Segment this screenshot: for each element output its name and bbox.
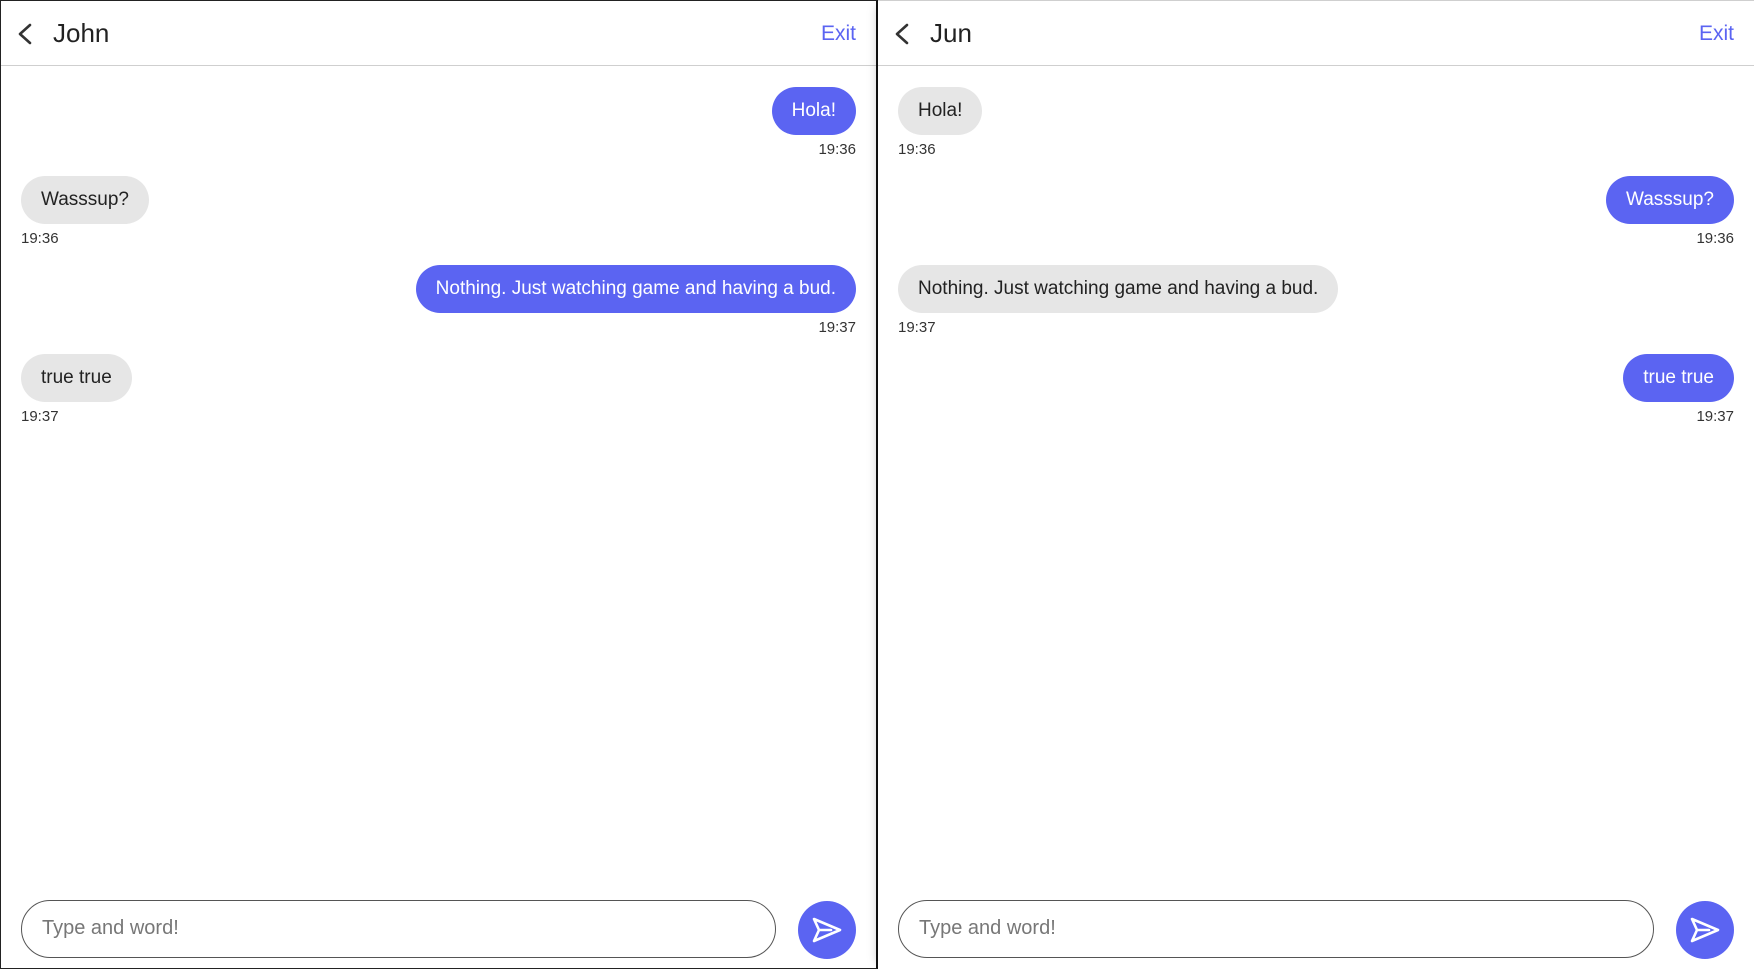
chat-header: Jun Exit bbox=[878, 1, 1754, 66]
send-button[interactable] bbox=[1676, 901, 1734, 959]
contact-name: John bbox=[53, 18, 110, 48]
message-item: Wasssup? 19:36 bbox=[21, 176, 856, 252]
message-item: Nothing. Just watching game and having a… bbox=[898, 265, 1734, 341]
message-item: Wasssup? 19:36 bbox=[898, 176, 1734, 252]
message-item: Hola! 19:36 bbox=[898, 87, 1734, 163]
chat-pane-jun: Jun Exit Hola! 19:36 Wasssup? 19:36 Noth… bbox=[878, 0, 1754, 969]
message-item: true true 19:37 bbox=[21, 354, 856, 430]
message-item: Hola! 19:36 bbox=[21, 87, 856, 163]
split-chat-view: John Exit Hola! 19:36 Wasssup? 19:36 Not… bbox=[0, 0, 1754, 969]
message-bubble: Nothing. Just watching game and having a… bbox=[415, 265, 856, 313]
send-icon bbox=[812, 917, 842, 943]
message-bubble: Wasssup? bbox=[21, 176, 149, 224]
message-item: true true 19:37 bbox=[898, 354, 1734, 430]
message-bubble: Nothing. Just watching game and having a… bbox=[898, 265, 1339, 313]
message-timestamp: 19:37 bbox=[1696, 408, 1734, 425]
message-timestamp: 19:36 bbox=[1696, 230, 1734, 247]
chat-header: John Exit bbox=[1, 1, 876, 66]
send-icon bbox=[1690, 917, 1720, 943]
message-timestamp: 19:37 bbox=[818, 319, 856, 336]
back-button[interactable] bbox=[892, 22, 914, 46]
message-input-wrapper bbox=[21, 900, 776, 958]
message-timestamp: 19:37 bbox=[21, 408, 59, 425]
message-input[interactable] bbox=[919, 901, 1633, 956]
message-bubble: true true bbox=[21, 354, 132, 402]
message-timestamp: 19:36 bbox=[898, 141, 936, 158]
message-bubble: true true bbox=[1623, 354, 1734, 402]
chevron-left-icon bbox=[895, 23, 909, 45]
message-bubble: Wasssup? bbox=[1606, 176, 1734, 224]
chat-pane-john: John Exit Hola! 19:36 Wasssup? 19:36 Not… bbox=[0, 0, 878, 969]
contact-name: Jun bbox=[930, 18, 972, 48]
message-timestamp: 19:36 bbox=[21, 230, 59, 247]
message-item: Nothing. Just watching game and having a… bbox=[21, 265, 856, 341]
message-bubble: Hola! bbox=[771, 87, 856, 135]
back-button[interactable] bbox=[15, 22, 37, 46]
send-button[interactable] bbox=[798, 901, 856, 959]
message-composer bbox=[21, 900, 856, 959]
message-timestamp: 19:36 bbox=[818, 141, 856, 158]
chevron-left-icon bbox=[18, 23, 32, 45]
message-input-wrapper bbox=[898, 900, 1654, 958]
exit-link[interactable]: Exit bbox=[821, 21, 856, 47]
message-input[interactable] bbox=[42, 901, 755, 956]
message-bubble: Hola! bbox=[898, 87, 983, 135]
message-timestamp: 19:37 bbox=[898, 319, 936, 336]
exit-link[interactable]: Exit bbox=[1699, 21, 1734, 47]
message-composer bbox=[898, 900, 1734, 959]
